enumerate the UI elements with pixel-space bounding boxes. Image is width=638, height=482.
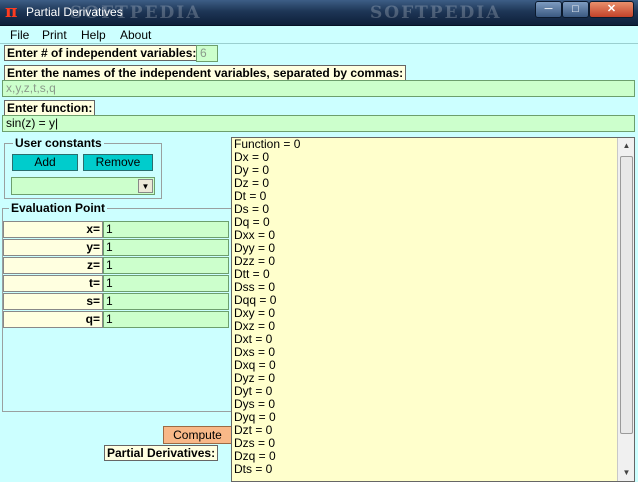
compute-button[interactable]: Compute xyxy=(163,426,232,444)
scroll-up-arrow-icon[interactable]: ▲ xyxy=(619,138,634,154)
var-label-z: z= xyxy=(3,257,103,274)
var-label-s: s= xyxy=(3,293,103,310)
function-input[interactable]: sin(z) = y| xyxy=(2,115,635,132)
partial-derivatives-label: Partial Derivatives: xyxy=(104,445,219,461)
var-label-t: t= xyxy=(3,275,103,292)
var-label-q: q= xyxy=(3,311,103,328)
var-label-y: y= xyxy=(3,239,103,256)
menu-file[interactable]: File xyxy=(10,28,29,42)
close-icon: ✕ xyxy=(606,3,617,15)
var-label-x: x= xyxy=(3,221,103,238)
watermark: SOFTPEDIA xyxy=(370,3,502,23)
var-names-input[interactable]: x,y,z,t,s,q xyxy=(2,80,635,97)
scroll-thumb[interactable] xyxy=(620,156,633,434)
title-bar[interactable]: π Partial Derivatives SOFTPEDIA SOFTPEDI… xyxy=(0,0,638,26)
scroll-down-arrow-icon[interactable]: ▼ xyxy=(619,465,634,481)
client-area: File Print Help About Enter # of indepen… xyxy=(0,26,638,482)
menu-print[interactable]: Print xyxy=(42,28,67,42)
var-input-y[interactable]: 1 xyxy=(103,239,229,256)
results-list[interactable]: Function = 0 Dx = 0 Dy = 0 Dz = 0 Dt = 0… xyxy=(231,137,635,482)
menu-help[interactable]: Help xyxy=(81,28,106,42)
var-input-t[interactable]: 1 xyxy=(103,275,229,292)
close-button[interactable]: ✕ xyxy=(589,1,634,18)
minimize-icon: ─ xyxy=(544,3,553,15)
num-vars-input[interactable]: 6 xyxy=(196,45,218,62)
var-input-s[interactable]: 1 xyxy=(103,293,229,310)
minimize-button[interactable]: ─ xyxy=(535,1,562,18)
maximize-button[interactable]: □ xyxy=(562,1,589,18)
watermark: SOFTPEDIA xyxy=(70,3,202,23)
remove-constant-button[interactable]: Remove xyxy=(83,154,153,171)
result-line: Dts = 0 xyxy=(234,462,273,476)
var-input-z[interactable]: 1 xyxy=(103,257,229,274)
function-label: Enter function: xyxy=(4,100,96,116)
var-input-q[interactable]: 1 xyxy=(103,311,229,328)
chevron-down-icon[interactable]: ▼ xyxy=(138,179,153,193)
num-vars-label: Enter # of independent variables: xyxy=(4,45,200,61)
evaluation-point-title: Evaluation Point xyxy=(9,201,108,215)
var-names-label: Enter the names of the independent varia… xyxy=(4,65,407,81)
results-scrollbar[interactable]: ▲ ▼ xyxy=(617,138,634,481)
menu-bar: File Print Help About xyxy=(0,26,638,44)
menu-about[interactable]: About xyxy=(120,28,151,42)
add-constant-button[interactable]: Add xyxy=(12,154,78,171)
var-input-x[interactable]: 1 xyxy=(103,221,229,238)
constants-dropdown[interactable]: ▼ xyxy=(11,177,155,195)
user-constants-title: User constants xyxy=(13,136,104,150)
user-constants-group: User constants Add Remove ▼ xyxy=(4,136,162,199)
maximize-icon: □ xyxy=(572,3,579,15)
pi-icon: π xyxy=(5,2,18,22)
